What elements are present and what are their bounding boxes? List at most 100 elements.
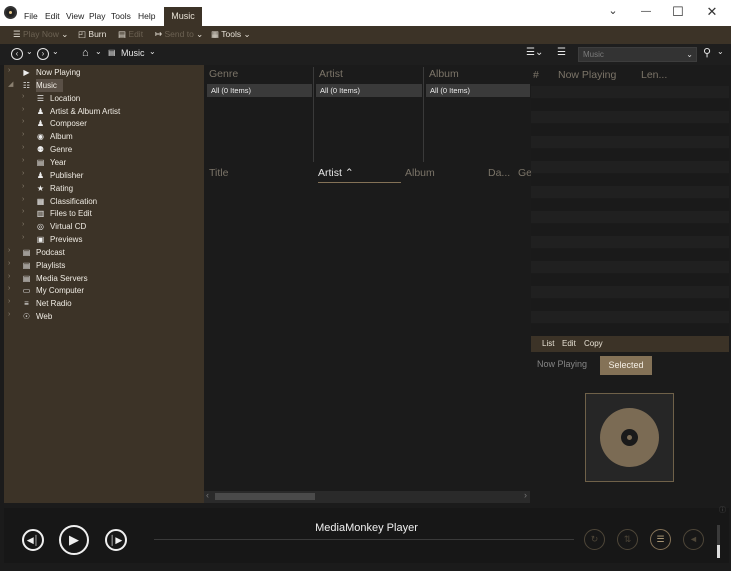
list-row[interactable] xyxy=(531,111,729,123)
list-row[interactable] xyxy=(531,323,729,336)
genre-all-items[interactable]: All (0 Items) xyxy=(207,84,312,97)
previous-icon[interactable]: ◀│ xyxy=(22,529,44,551)
expand-arrow-icon[interactable]: › xyxy=(22,157,24,164)
now-playing-column-header[interactable]: Now Playing xyxy=(558,69,616,81)
play-icon[interactable]: ▶ xyxy=(59,525,89,555)
seek-bar[interactable] xyxy=(154,539,574,540)
menu-play[interactable]: Play xyxy=(89,11,106,21)
pane-divider[interactable] xyxy=(423,67,424,162)
tree-node-playlists[interactable]: › ▤ Playlists xyxy=(8,260,198,272)
list-row[interactable] xyxy=(531,273,729,286)
tree-node-media-servers[interactable]: › ▤ Media Servers xyxy=(8,273,198,285)
number-column-header[interactable]: # xyxy=(533,69,539,81)
tree-node-location[interactable]: › ☰ Location xyxy=(22,93,198,105)
mediamonkey-logo-icon[interactable] xyxy=(4,6,17,19)
expand-arrow-icon[interactable]: › xyxy=(22,131,24,138)
tree-node-net-radio[interactable]: › ≡ Net Radio xyxy=(8,298,198,310)
genre-track-column-header[interactable]: Ge xyxy=(518,167,532,179)
list-row[interactable] xyxy=(531,136,729,148)
breadcrumb-dropdown-icon[interactable]: ⌄ xyxy=(149,47,156,56)
list-row[interactable] xyxy=(531,148,729,161)
panel-menu-edit[interactable]: Edit xyxy=(562,339,576,348)
tree-node-my-computer[interactable]: › ▭ My Computer xyxy=(8,285,198,297)
tree-node-classification[interactable]: › ▦ Classification xyxy=(22,196,198,208)
tree-node-artist[interactable]: › ♟ Artist & Album Artist xyxy=(22,106,198,118)
expand-arrow-icon[interactable]: › xyxy=(8,298,10,305)
expand-arrow-icon[interactable]: › xyxy=(22,234,24,241)
album-all-items[interactable]: All (0 Items) xyxy=(426,84,530,97)
view-options-icon[interactable]: ☰⌄ xyxy=(526,47,543,58)
expand-arrow-icon[interactable]: › xyxy=(22,196,24,203)
list-row[interactable] xyxy=(531,286,729,298)
horizontal-scrollbar[interactable]: ‹ › xyxy=(204,490,530,503)
playlist-icon[interactable]: ☰ xyxy=(650,529,671,550)
tree-node-publisher[interactable]: › ♟ Publisher xyxy=(22,170,198,182)
expand-arrow-icon[interactable]: › xyxy=(8,273,10,280)
forward-icon[interactable]: › xyxy=(37,48,49,60)
close-icon[interactable]: ✕ xyxy=(702,4,722,20)
tree-node-virtual-cd[interactable]: › ◎ Virtual CD xyxy=(22,221,198,233)
list-row[interactable] xyxy=(531,123,729,136)
tree-node-web[interactable]: › ☉ Web xyxy=(8,311,198,323)
tree-node-year[interactable]: › ▤ Year xyxy=(22,157,198,169)
list-row[interactable] xyxy=(531,211,729,223)
expand-arrow-icon[interactable]: › xyxy=(8,260,10,267)
expand-arrow-icon[interactable]: › xyxy=(22,183,24,190)
tree-node-music[interactable]: ◢ ☷ Music xyxy=(8,80,198,92)
list-row[interactable] xyxy=(531,261,729,273)
expand-arrow-icon[interactable]: › xyxy=(8,311,10,318)
repeat-icon[interactable]: ↻ xyxy=(584,529,605,550)
back-icon[interactable]: ‹ xyxy=(11,48,23,60)
expanded-arrow-icon[interactable]: ◢ xyxy=(8,80,13,88)
shuffle-icon[interactable]: ⇅ xyxy=(617,529,638,550)
expand-arrow-icon[interactable]: › xyxy=(22,170,24,177)
list-row[interactable] xyxy=(531,161,729,173)
menu-edit[interactable]: Edit xyxy=(45,11,60,21)
expand-arrow-icon[interactable]: › xyxy=(8,67,10,74)
tree-node-podcast[interactable]: › ▤ Podcast xyxy=(8,247,198,259)
back-dropdown-icon[interactable]: ⌄ xyxy=(26,47,33,56)
list-row[interactable] xyxy=(531,98,729,111)
tab-now-playing[interactable]: Now Playing xyxy=(537,359,587,369)
tab-selected[interactable]: Selected xyxy=(600,356,652,375)
list-row[interactable] xyxy=(531,198,729,211)
scroll-right-icon[interactable]: › xyxy=(524,490,527,500)
home-icon[interactable]: ⌂ xyxy=(82,47,89,59)
list-row[interactable] xyxy=(531,173,729,186)
tools-button[interactable]: ▦ Tools ⌄ xyxy=(211,29,251,40)
expand-arrow-icon[interactable]: › xyxy=(22,221,24,228)
play-now-button[interactable]: ☰ Play Now ⌄ xyxy=(13,29,68,40)
date-column-header[interactable]: Da... xyxy=(488,167,510,179)
scroll-left-icon[interactable]: ‹ xyxy=(206,490,209,500)
expand-arrow-icon[interactable]: › xyxy=(22,208,24,215)
info-icon[interactable]: ⓘ xyxy=(719,505,726,515)
filter-icon[interactable]: ☰ xyxy=(557,47,566,58)
forward-dropdown-icon[interactable]: ⌄ xyxy=(52,47,59,56)
artist-all-items[interactable]: All (0 Items) xyxy=(316,84,422,97)
album-column-header[interactable]: Album xyxy=(429,68,459,80)
list-row[interactable] xyxy=(531,186,729,198)
list-row[interactable] xyxy=(531,311,729,323)
maximize-icon[interactable]: ☐ xyxy=(668,4,688,20)
minimize-icon[interactable]: — xyxy=(636,6,656,17)
search-scope-select[interactable]: Music ⌄ xyxy=(578,47,697,62)
title-column-header[interactable]: Title xyxy=(209,167,228,179)
expand-arrow-icon[interactable]: › xyxy=(8,247,10,254)
menu-file[interactable]: File xyxy=(24,11,38,21)
tree-node-composer[interactable]: › ♟ Composer xyxy=(22,118,198,130)
send-to-button[interactable]: ↦ Send to ⌄ xyxy=(155,29,203,40)
list-row[interactable] xyxy=(531,298,729,311)
tree-node-rating[interactable]: › ★ Rating xyxy=(22,183,198,195)
volume-icon[interactable]: ◄ xyxy=(683,529,704,550)
next-icon[interactable]: │▶ xyxy=(105,529,127,551)
expand-arrow-icon[interactable]: › xyxy=(22,106,24,113)
list-row[interactable] xyxy=(531,248,729,261)
genre-column-header[interactable]: Genre xyxy=(209,68,238,80)
home-dropdown-icon[interactable]: ⌄ xyxy=(95,47,102,56)
expand-arrow-icon[interactable]: › xyxy=(22,118,24,125)
menu-view[interactable]: View xyxy=(66,11,84,21)
album-track-column-header[interactable]: Album xyxy=(405,167,435,179)
tree-node-genre[interactable]: › ⚉ Genre xyxy=(22,144,198,156)
tree-node-previews[interactable]: › ▣ Previews xyxy=(22,234,198,246)
tree-node-album[interactable]: › ◉ Album xyxy=(22,131,198,143)
